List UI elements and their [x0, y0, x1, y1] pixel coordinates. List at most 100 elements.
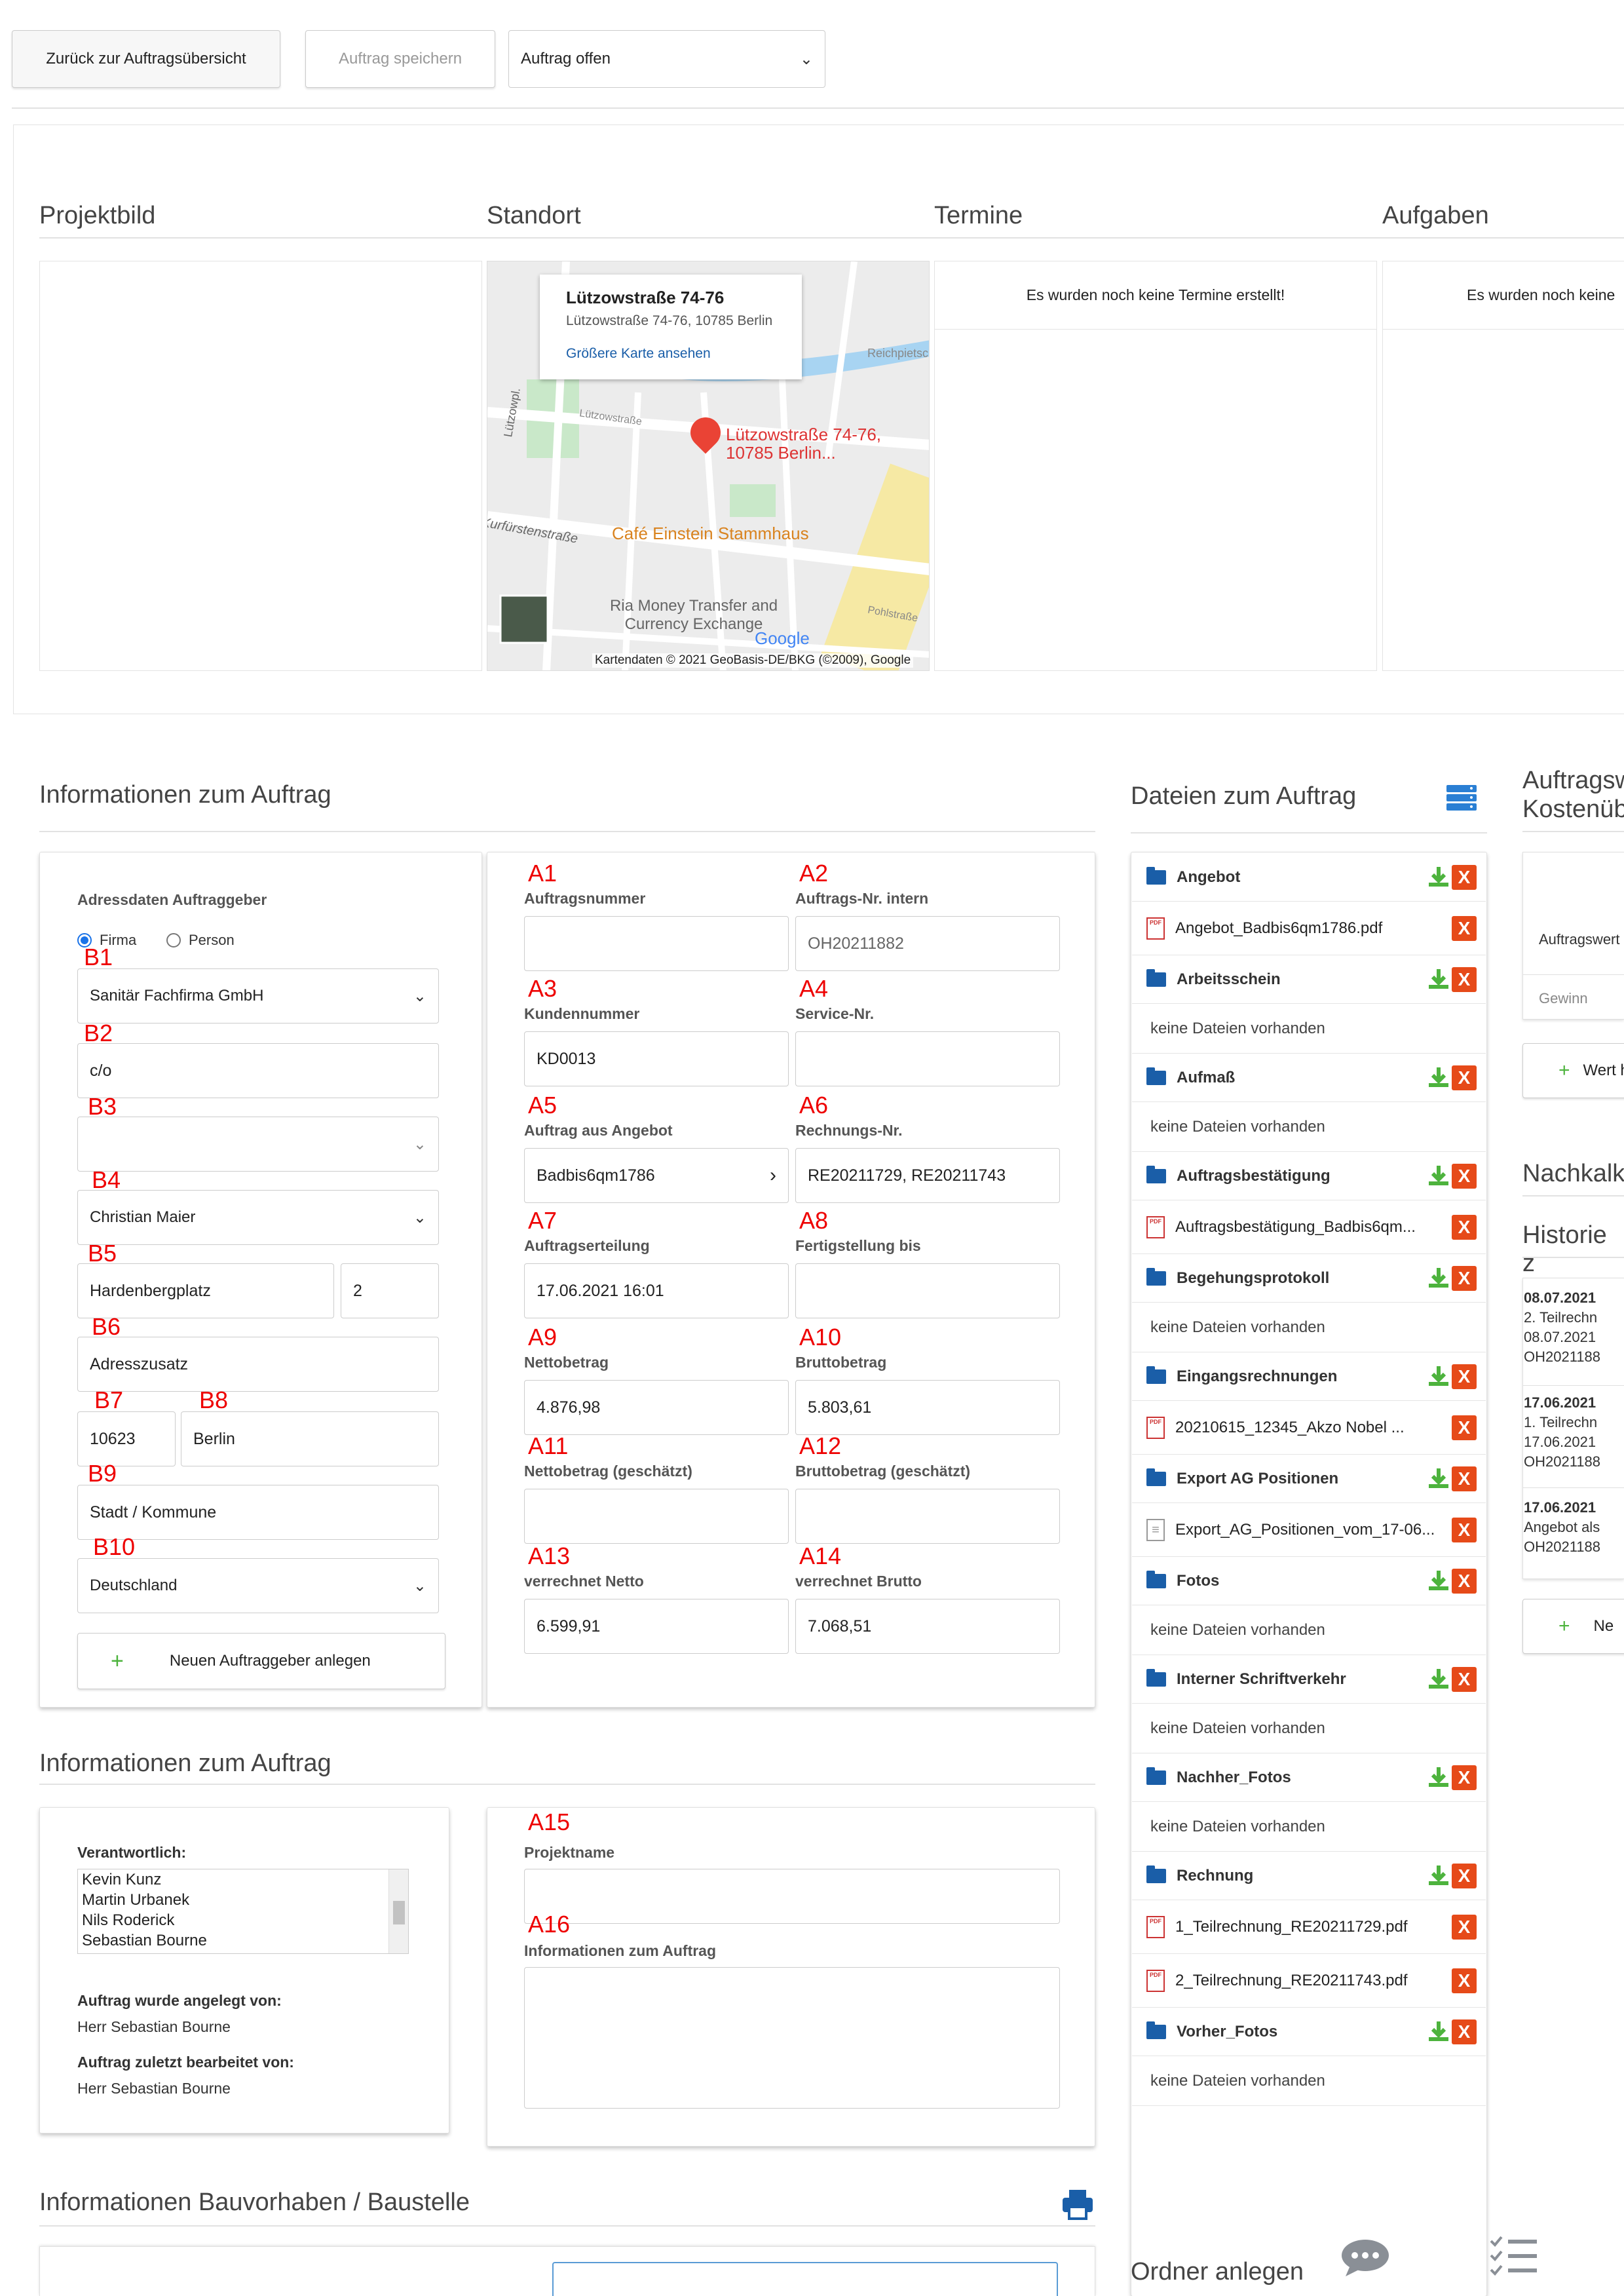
add-value-button[interactable]: + Wert h	[1522, 1043, 1624, 1098]
delete-icon[interactable]: X	[1452, 1265, 1477, 1291]
download-icon[interactable]	[1427, 1569, 1450, 1593]
folder-row[interactable]: Aufmaß X	[1132, 1054, 1486, 1102]
project-image-box[interactable]	[39, 261, 482, 671]
delete-icon[interactable]: X	[1452, 1214, 1477, 1240]
folder-name[interactable]: Begehungsprotokoll	[1177, 1269, 1329, 1288]
field-input[interactable]: Badbis6qm1786 ›	[524, 1148, 789, 1203]
folder-row[interactable]: Angebot X	[1132, 853, 1486, 902]
field-input[interactable]	[795, 1489, 1060, 1544]
house-number-field[interactable]: 2	[341, 1263, 439, 1318]
download-icon[interactable]	[1427, 1365, 1450, 1388]
file-row[interactable]: PDF Angebot_Badbis6qm1786.pdf X	[1132, 902, 1486, 955]
field-input[interactable]: KD0013	[524, 1031, 789, 1086]
project-name-field[interactable]	[524, 1869, 1060, 1924]
responsible-option[interactable]: Kevin Kunz	[82, 1869, 408, 1890]
chevron-right-icon[interactable]: ›	[770, 1164, 776, 1187]
new-client-button[interactable]: + Neuen Auftraggeber anlegen	[77, 1633, 445, 1689]
field-input[interactable]: OH20211882	[795, 916, 1060, 971]
folder-row[interactable]: Nachher_Fotos X	[1132, 1753, 1486, 1802]
file-name[interactable]: 2_Teilrechnung_RE20211743.pdf	[1175, 1972, 1408, 1990]
folder-row[interactable]: Fotos X	[1132, 1557, 1486, 1605]
order-status-select[interactable]: Auftrag offen ⌄	[508, 30, 825, 88]
download-icon[interactable]	[1427, 1164, 1450, 1188]
delete-icon[interactable]: X	[1452, 1863, 1477, 1888]
delete-icon[interactable]: X	[1452, 1914, 1477, 1940]
contact-extra-select[interactable]: ⌄	[77, 1117, 439, 1172]
empty-folder-row[interactable]: keine Dateien vorhanden	[1132, 2056, 1486, 2106]
empty-folder-row[interactable]: keine Dateien vorhanden	[1132, 1802, 1486, 1852]
history-entry[interactable]: 17.06.2021 1. Teilrechn 17.06.2021 OH202…	[1524, 1393, 1600, 1472]
server-icon[interactable]	[1445, 784, 1478, 813]
field-input[interactable]	[795, 1263, 1060, 1318]
folder-name[interactable]: Interner Schriftverkehr	[1177, 1670, 1346, 1689]
responsible-listbox[interactable]: Kevin Kunz Martin Urbanek Nils Roderick …	[77, 1869, 409, 1954]
folder-name[interactable]: Auftragsbestätigung	[1177, 1167, 1331, 1185]
file-name[interactable]: 1_Teilrechnung_RE20211729.pdf	[1175, 1918, 1408, 1936]
empty-folder-row[interactable]: keine Dateien vorhanden	[1132, 1004, 1486, 1054]
folder-row[interactable]: Begehungsprotokoll X	[1132, 1254, 1486, 1303]
history-entry[interactable]: 17.06.2021 Angebot als OH2021188	[1524, 1498, 1600, 1557]
field-input[interactable]: 6.599,91	[524, 1599, 789, 1654]
download-icon[interactable]	[1427, 1467, 1450, 1491]
delete-icon[interactable]: X	[1452, 1466, 1477, 1491]
delete-icon[interactable]: X	[1452, 1517, 1477, 1542]
folder-row[interactable]: Vorher_Fotos X	[1132, 2008, 1486, 2056]
file-row[interactable]: PDF Auftragsbestätigung_Badbis6qm... X	[1132, 1200, 1486, 1254]
download-icon[interactable]	[1427, 1766, 1450, 1789]
folder-name[interactable]: Arbeitsschein	[1177, 970, 1281, 989]
delete-icon[interactable]: X	[1452, 1415, 1477, 1440]
empty-folder-row[interactable]: keine Dateien vorhanden	[1132, 1303, 1486, 1352]
responsible-option[interactable]: Nils Roderick	[82, 1910, 408, 1930]
construction-site-input[interactable]	[552, 2262, 1058, 2296]
location-map[interactable]: Lützowstraße 74-76 Lützowstraße 74-76, 1…	[487, 261, 930, 671]
folder-name[interactable]: Nachher_Fotos	[1177, 1769, 1291, 1787]
delete-icon[interactable]: X	[1452, 1065, 1477, 1090]
address-extra-field[interactable]: Adresszusatz	[77, 1337, 439, 1392]
folder-name[interactable]: Export AG Positionen	[1177, 1470, 1338, 1488]
print-icon[interactable]	[1061, 2189, 1094, 2220]
empty-folder-row[interactable]: keine Dateien vorhanden	[1132, 1102, 1486, 1152]
folder-name[interactable]: Angebot	[1177, 868, 1240, 887]
download-icon[interactable]	[1427, 1668, 1450, 1691]
delete-icon[interactable]: X	[1452, 2019, 1477, 2044]
contact-person-select[interactable]: Christian Maier ⌄	[77, 1190, 439, 1245]
street-field[interactable]: Hardenbergplatz	[77, 1263, 334, 1318]
folder-row[interactable]: Auftragsbestätigung X	[1132, 1152, 1486, 1200]
folder-row[interactable]: Interner Schriftverkehr X	[1132, 1655, 1486, 1704]
download-icon[interactable]	[1427, 1864, 1450, 1888]
listbox-scrollbar[interactable]	[388, 1869, 408, 1953]
responsible-option[interactable]: Martin Urbanek	[82, 1890, 408, 1910]
file-name[interactable]: Auftragsbestätigung_Badbis6qm...	[1175, 1218, 1416, 1236]
zip-field[interactable]: 10623	[77, 1411, 176, 1466]
empty-folder-row[interactable]: keine Dateien vorhanden	[1132, 1704, 1486, 1753]
responsible-option[interactable]: Sebastian Bourne	[82, 1930, 408, 1951]
folder-name[interactable]: Rechnung	[1177, 1867, 1253, 1885]
folder-row[interactable]: Rechnung X	[1132, 1852, 1486, 1900]
field-input[interactable]	[524, 1489, 789, 1544]
delete-icon[interactable]: X	[1452, 915, 1477, 941]
field-input[interactable]: 7.068,51	[795, 1599, 1060, 1654]
delete-icon[interactable]: X	[1452, 1163, 1477, 1189]
country-select[interactable]: Deutschland ⌄	[77, 1558, 439, 1613]
city-field[interactable]: Berlin	[181, 1411, 439, 1466]
field-input[interactable]	[795, 1031, 1060, 1086]
radio-person[interactable]: Person	[166, 932, 235, 949]
folder-name[interactable]: Aufmaß	[1177, 1069, 1235, 1087]
folder-name[interactable]: Eingangsrechnungen	[1177, 1368, 1337, 1386]
delete-icon[interactable]: X	[1452, 1968, 1477, 1993]
folder-row[interactable]: Eingangsrechnungen X	[1132, 1352, 1486, 1401]
back-to-orders-button[interactable]: Zurück zur Auftragsübersicht	[12, 30, 280, 88]
municipality-field[interactable]: Stadt / Kommune	[77, 1485, 439, 1540]
file-row[interactable]: PDF 20210615_12345_Akzo Nobel ... X	[1132, 1401, 1486, 1455]
file-row[interactable]: PDF 1_Teilrechnung_RE20211729.pdf X	[1132, 1900, 1486, 1954]
download-icon[interactable]	[1427, 1267, 1450, 1290]
delete-icon[interactable]: X	[1452, 1765, 1477, 1790]
company-select[interactable]: Sanitär Fachfirma GmbH ⌄	[77, 968, 439, 1024]
download-icon[interactable]	[1427, 866, 1450, 889]
folder-row[interactable]: Arbeitsschein X	[1132, 955, 1486, 1004]
larger-map-link[interactable]: Größere Karte ansehen	[566, 346, 802, 362]
file-name[interactable]: 20210615_12345_Akzo Nobel ...	[1175, 1419, 1405, 1437]
save-order-button[interactable]: Auftrag speichern	[305, 30, 495, 88]
delete-icon[interactable]: X	[1452, 1666, 1477, 1692]
delete-icon[interactable]: X	[1452, 1568, 1477, 1594]
